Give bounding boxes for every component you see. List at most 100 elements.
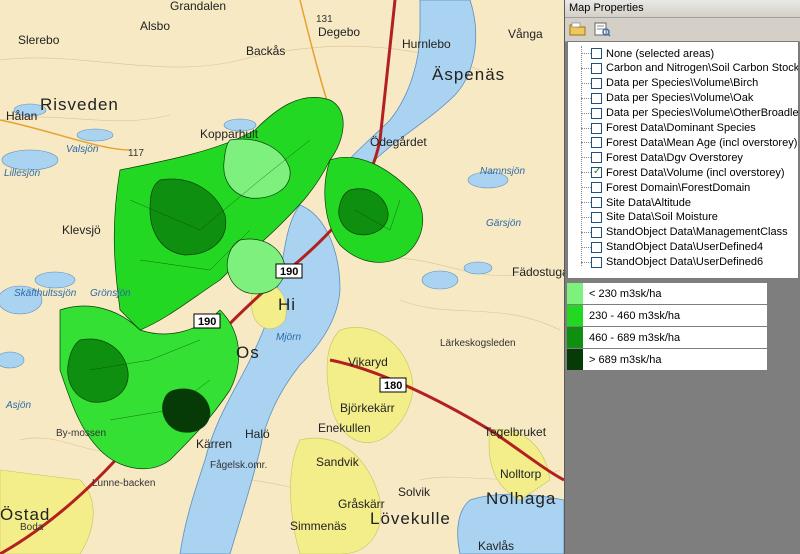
legend-row: 230 - 460 m3sk/ha — [567, 305, 767, 327]
label-namnsjon: Namnsjön — [480, 166, 525, 177]
layer-checkbox[interactable] — [591, 182, 602, 194]
label-os: Os — [236, 343, 260, 362]
label-aspenas: Äspenäs — [432, 65, 505, 84]
label-vanga: Vånga — [508, 27, 543, 41]
label-larkeskogsleden: Lärkeskogsleden — [440, 338, 516, 349]
layer-item[interactable]: Forest Data\Dgv Overstorey — [575, 150, 743, 165]
road-label-117: 117 — [128, 148, 144, 159]
label-enekullen: Enekullen — [318, 421, 371, 435]
label-asjon: Asjön — [5, 400, 31, 411]
legend-swatch — [567, 349, 583, 370]
layer-label: StandObject Data\ManagementClass — [606, 226, 788, 239]
label-solvik: Solvik — [398, 485, 431, 499]
legend-row: 460 - 689 m3sk/ha — [567, 327, 767, 349]
layer-checkbox[interactable] — [591, 122, 602, 134]
label-mjorn: Mjörn — [276, 332, 301, 343]
label-lovekulle: Lövekulle — [370, 509, 451, 528]
legend-row: > 689 m3sk/ha — [567, 349, 767, 371]
label-lillesjon: Lillesjön — [4, 168, 41, 179]
label-skafthultssjon: Skäfthultssjön — [14, 288, 77, 299]
layer-checkbox[interactable] — [591, 137, 602, 149]
properties-icon[interactable] — [593, 21, 611, 37]
layer-item[interactable]: None (selected areas) — [575, 46, 714, 61]
legend-swatch — [567, 305, 583, 326]
label-backas: Backås — [246, 44, 285, 58]
layer-item[interactable]: Site Data\Altitude — [575, 195, 691, 210]
layer-checkbox[interactable] — [591, 92, 602, 104]
layer-checkbox[interactable] — [591, 152, 602, 164]
label-risveden: Risveden — [40, 95, 119, 114]
legend: < 230 m3sk/ha 230 - 460 m3sk/ha 460 - 689 … — [567, 283, 767, 371]
label-fagelsk: Fågelsk.omr. — [210, 459, 267, 471]
label-halan: Hålan — [6, 109, 37, 123]
layer-item[interactable]: Data per Species\Volume\Birch — [575, 76, 758, 91]
layer-checkbox[interactable] — [591, 226, 602, 238]
layer-item[interactable]: Site Data\Soil Moisture — [575, 210, 718, 225]
label-gronsjon: Grönsjön — [90, 288, 131, 299]
layer-item[interactable]: Data per Species\Volume\OtherBroadleaf — [575, 106, 799, 121]
layer-label: StandObject Data\UserDefined4 — [606, 241, 764, 254]
label-kavlas: Kavlås — [478, 539, 514, 553]
panel-toolbar — [565, 18, 800, 42]
label-valsjon: Valsjön — [66, 144, 99, 155]
layer-label: StandObject Data\UserDefined6 — [606, 256, 764, 269]
layer-label: Data per Species\Volume\OtherBroadleaf — [606, 107, 799, 120]
layer-label: None (selected areas) — [606, 47, 715, 60]
legend-label: 460 - 689 m3sk/ha — [589, 331, 681, 344]
label-hurnlebo: Hurnlebo — [402, 37, 451, 51]
layer-checkbox[interactable] — [591, 211, 602, 223]
label-bymossen: By-mossen — [56, 428, 106, 439]
label-alsbo: Alsbo — [140, 19, 170, 33]
legend-swatch — [567, 327, 583, 348]
map-view[interactable]: 190 190 180 131 117 Risveden Grandalen A… — [0, 0, 564, 554]
layer-item[interactable]: Data per Species\Volume\Oak — [575, 91, 753, 106]
label-slerebo: Slerebo — [18, 33, 60, 47]
label-tegelbruket: Tegelbruket — [484, 425, 547, 439]
layer-label: Forest Domain\ForestDomain — [606, 181, 751, 194]
layer-item[interactable]: Forest Domain\ForestDomain — [575, 180, 750, 195]
legend-row: < 230 m3sk/ha — [567, 283, 767, 305]
label-klevsjo: Klevsjö — [62, 223, 101, 237]
layer-checkbox[interactable] — [591, 197, 602, 208]
label-lunnebacken: Lunne-backen — [92, 478, 155, 489]
open-folder-icon[interactable] — [569, 21, 587, 37]
layer-item[interactable]: Forest Data\Dominant Species — [575, 121, 756, 136]
layer-item[interactable]: StandObject Data\ManagementClass — [575, 225, 788, 240]
label-grandalen: Grandalen — [170, 0, 226, 13]
panel-title: Map Properties — [565, 0, 800, 18]
layer-checkbox[interactable] — [591, 107, 602, 119]
legend-swatch — [567, 283, 583, 304]
label-vikaryd: Vikaryd — [348, 355, 388, 369]
road-shield-180: 180 — [384, 380, 402, 392]
layer-item[interactable]: StandObject Data\UserDefined4 — [575, 240, 763, 255]
label-fadostugan: Fädostugan — [512, 265, 564, 279]
map-properties-panel: Map Properties None (selected areas) Carb… — [564, 0, 800, 554]
layer-item[interactable]: Carbon and Nitrogen\Soil Carbon Stock — [575, 61, 798, 76]
layer-list[interactable]: None (selected areas) Carbon and Nitrogen… — [567, 41, 799, 279]
label-hi: Hi — [278, 295, 296, 314]
label-sandvik: Sandvik — [316, 455, 360, 469]
layer-label: Forest Data\Volume (incl overstorey) — [606, 166, 785, 179]
layer-checkbox[interactable] — [591, 256, 602, 268]
layer-item[interactable]: Forest Data\Mean Age (incl overstorey) — [575, 135, 797, 150]
layer-checkbox[interactable] — [591, 241, 602, 253]
legend-label: > 689 m3sk/ha — [589, 353, 662, 366]
check-icon: ✓ — [593, 166, 602, 178]
layer-item[interactable]: ✓ Forest Data\Volume (incl overstorey) — [575, 165, 785, 180]
layer-label: Forest Data\Dominant Species — [606, 122, 756, 134]
layer-label: Site Data\Altitude — [606, 196, 691, 209]
layer-checkbox[interactable] — [591, 77, 602, 89]
road-label-131: 131 — [316, 14, 333, 25]
layer-label: Forest Data\Mean Age (incl overstorey) — [606, 136, 798, 149]
road-shield-190b: 190 — [198, 316, 216, 328]
map-canvas[interactable]: 190 190 180 131 117 Risveden Grandalen A… — [0, 0, 564, 554]
road-shield-190a: 190 — [280, 266, 298, 278]
layer-checkbox[interactable] — [591, 62, 602, 74]
layer-item[interactable]: StandObject Data\UserDefined6 — [575, 255, 763, 270]
layer-label: Site Data\Soil Moisture — [606, 211, 718, 224]
legend-label: < 230 m3sk/ha — [589, 287, 662, 300]
layer-checkbox[interactable] — [591, 48, 602, 59]
label-nolltorp: Nolltorp — [500, 467, 542, 481]
layer-checkbox[interactable]: ✓ — [591, 166, 602, 179]
legend-label: 230 - 460 m3sk/ha — [589, 309, 681, 322]
